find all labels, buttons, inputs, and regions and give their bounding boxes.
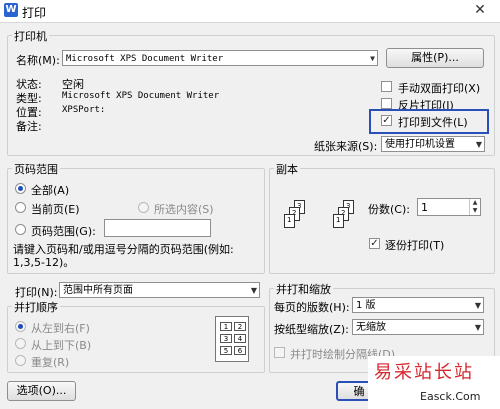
- chevron-down-icon: ▼: [250, 286, 257, 295]
- comment-label: 备注:: [16, 120, 42, 133]
- printer-name-select[interactable]: Microsoft XPS Document Writer ▼: [62, 50, 378, 66]
- title-bar: W 打印 ✕: [0, 0, 500, 23]
- manual-duplex-label: 手动双面打印(X): [398, 82, 481, 95]
- scale-label: 按纸型缩放(Z):: [274, 323, 349, 336]
- chevron-down-icon: ▼: [474, 301, 481, 310]
- window-title: 打印: [22, 6, 47, 20]
- collate-label: 逐份打印(T): [385, 239, 445, 252]
- copies-count-label: 份数(C):: [368, 203, 410, 216]
- order-top-to-bottom-label: 从上到下(B): [31, 339, 92, 352]
- copies-count-input[interactable]: 1 ▲ ▼: [417, 198, 481, 216]
- scale-value: 无缩放: [356, 322, 386, 333]
- manual-duplex-checkbox[interactable]: [381, 81, 392, 92]
- copies-group-label: 副本: [274, 161, 300, 177]
- page-range-hint-line2: 1,3,5-12)。: [13, 256, 75, 269]
- page-range-selection-label: 所选内容(S): [154, 203, 214, 216]
- order-left-to-right-label: 从左到右(F): [31, 322, 90, 335]
- status-value: 空闲: [62, 78, 84, 91]
- print-what-label: 打印(N):: [15, 286, 58, 299]
- page-range-all-radio[interactable]: [15, 183, 26, 194]
- paper-source-value: 使用打印机设置: [385, 139, 455, 150]
- print-what-select[interactable]: 范围中所有页面 ▼: [59, 282, 260, 298]
- print-what-value: 范围中所有页面: [63, 285, 133, 296]
- page-range-current-radio[interactable]: [15, 202, 26, 213]
- chevron-down-icon: ▼: [370, 54, 375, 63]
- page-range-all-label: 全部(A): [31, 184, 70, 197]
- page-range-current-label: 当前页(E): [31, 203, 80, 216]
- location-value: XPSPort:: [62, 105, 106, 115]
- collate-checkbox[interactable]: [369, 238, 380, 249]
- page-range-pages-label: 页码范围(G):: [31, 225, 96, 238]
- pages-per-sheet-value: 1 版: [356, 300, 376, 311]
- order-repeat-label: 重复(R): [31, 356, 70, 369]
- order-group-label: 并打顺序: [12, 299, 60, 315]
- page-range-selection-radio[interactable]: [138, 202, 149, 213]
- order-preview-icon: 1 2 3 4 5 6: [215, 316, 249, 362]
- page-range-group-label: 页码范围: [12, 161, 60, 177]
- order-cell: 5: [220, 346, 232, 355]
- order-cell: 4: [234, 334, 246, 343]
- paper-source-label: 纸张来源(S):: [314, 140, 378, 153]
- order-cell: 6: [234, 346, 246, 355]
- order-cell: 3: [220, 334, 232, 343]
- chevron-down-icon: ▼: [474, 323, 481, 332]
- print-to-file-checkbox[interactable]: [381, 115, 392, 126]
- printer-name-value: Microsoft XPS Document Writer: [66, 54, 224, 64]
- order-cell: 1: [220, 322, 232, 331]
- printer-group-label: 打印机: [12, 28, 49, 44]
- paper-source-select[interactable]: 使用打印机设置 ▼: [381, 136, 485, 152]
- order-top-to-bottom-radio[interactable]: [15, 338, 26, 349]
- type-value: Microsoft XPS Document Writer: [62, 91, 220, 101]
- pages-per-sheet-label: 每页的版数(H):: [274, 301, 350, 314]
- close-icon[interactable]: ✕: [466, 1, 494, 19]
- properties-button[interactable]: 属性(P)...: [386, 48, 484, 68]
- printer-name-label: 名称(M):: [16, 54, 60, 67]
- scale-select[interactable]: 无缩放 ▼: [352, 319, 484, 335]
- order-left-to-right-radio[interactable]: [15, 321, 26, 332]
- zoom-group-label: 并打和缩放: [274, 281, 333, 297]
- page-range-pages-radio[interactable]: [15, 224, 26, 235]
- options-button[interactable]: 选项(O)...: [7, 381, 76, 401]
- watermark-subtext: Easck.Com: [420, 390, 481, 403]
- wps-logo-icon: W: [4, 3, 18, 17]
- pages-per-sheet-select[interactable]: 1 版 ▼: [352, 297, 484, 313]
- watermark: 易采站长站 Easck.Com: [368, 356, 500, 409]
- spin-arrows-icon[interactable]: ▲ ▼: [469, 199, 480, 215]
- watermark-text: 易采站长站: [374, 362, 474, 383]
- reverse-print-checkbox[interactable]: [381, 98, 392, 109]
- page-icon: 1: [284, 214, 295, 228]
- page-icon: 1: [333, 214, 344, 228]
- copies-group: [269, 168, 495, 274]
- page-range-input[interactable]: [104, 219, 211, 237]
- copies-count-value: 1: [421, 201, 428, 214]
- order-cell: 2: [234, 322, 246, 331]
- order-repeat-radio[interactable]: [15, 355, 26, 366]
- print-to-file-label: 打印到文件(L): [398, 116, 468, 129]
- chevron-down-icon: ▼: [475, 140, 482, 149]
- draw-borders-checkbox[interactable]: [274, 347, 285, 358]
